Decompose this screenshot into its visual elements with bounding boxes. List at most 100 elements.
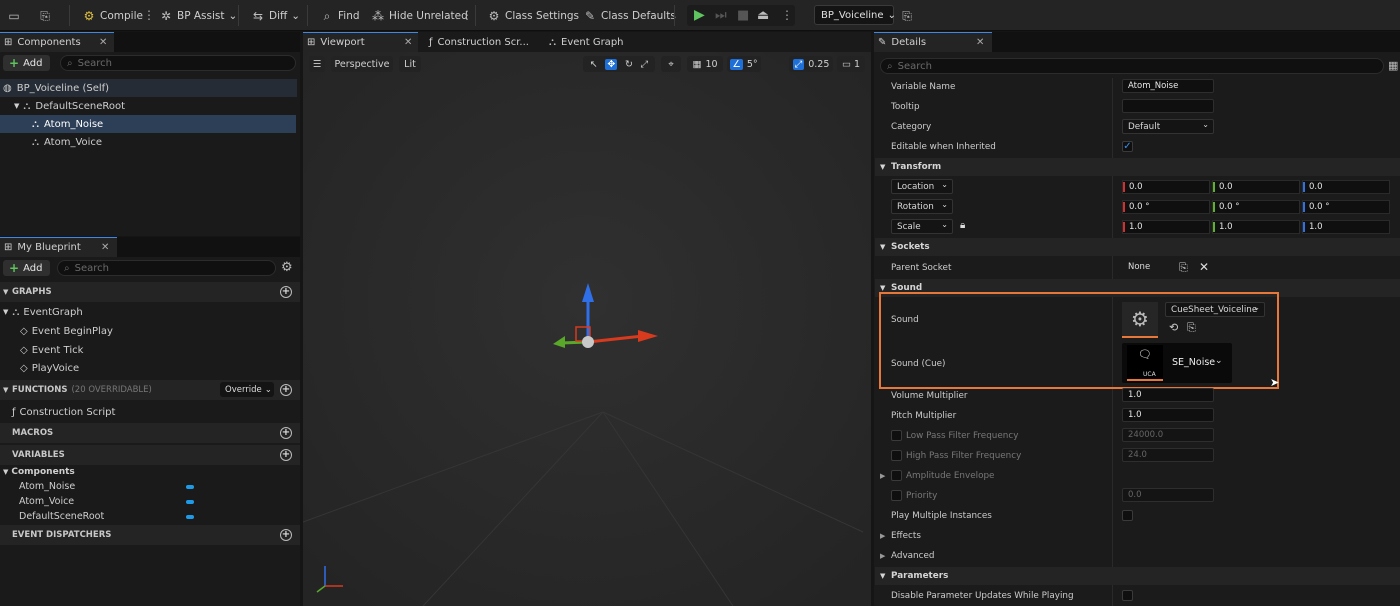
move-icon[interactable]: ✥ [605, 58, 618, 70]
stop-icon[interactable]: ■ [737, 8, 749, 23]
play-options-icon[interactable]: ⋮ [781, 8, 793, 22]
tab-viewport[interactable]: ⊞ Viewport ✕ [303, 32, 418, 52]
add-dispatcher-icon[interactable]: + [280, 529, 292, 541]
close-icon[interactable]: ✕ [101, 242, 109, 253]
add-variable-icon[interactable]: + [280, 449, 292, 461]
browse-blueprint-icon[interactable]: ⎘ [900, 6, 914, 25]
location-x-field[interactable]: 0.0 [1122, 180, 1210, 194]
scale-y-field[interactable]: 1.0 [1212, 220, 1300, 234]
override-dropdown[interactable]: Override ⌄ [220, 382, 274, 397]
camera-speed-button[interactable]: ▭ 1 [837, 56, 865, 72]
grid-snap-button[interactable]: ▦ 10 [687, 56, 723, 72]
viewport-canvas[interactable] [303, 52, 871, 606]
priority-field[interactable]: 0.0 [1122, 488, 1214, 502]
location-dropdown[interactable]: Location ⌄ [891, 179, 953, 194]
skip-icon[interactable]: ⏭ [715, 8, 727, 23]
close-icon[interactable]: ✕ [976, 37, 984, 48]
class-defaults-button[interactable]: ✎ Class Defaults [583, 6, 676, 25]
event-dispatchers-section-header[interactable]: EVENT DISPATCHERS + [0, 525, 300, 545]
effects-label[interactable]: Effects [891, 531, 921, 541]
priority-checkbox[interactable] [891, 490, 902, 501]
eject-icon[interactable]: ⏏ [757, 8, 769, 23]
blueprint-selector[interactable]: BP_Voiceline ⌄ [814, 5, 896, 25]
add-graph-icon[interactable]: + [280, 286, 292, 298]
editable-inherited-checkbox[interactable]: ✓ [1122, 141, 1133, 152]
expand-right-icon[interactable]: ▶ [880, 552, 885, 560]
details-search-input[interactable]: ⌕ Search [880, 58, 1384, 74]
hide-unrelated-button[interactable]: ⁂ Hide Unrelated [371, 6, 468, 25]
amplitude-checkbox[interactable] [891, 470, 902, 481]
tab-construction-script[interactable]: ƒ Construction Scr... [425, 32, 535, 52]
list-item-playvoice[interactable]: ◇ PlayVoice [0, 359, 300, 377]
add-macro-icon[interactable]: + [280, 427, 292, 439]
highpass-checkbox[interactable] [891, 450, 902, 461]
rotation-snap-button[interactable]: ∠ 5° [727, 56, 761, 72]
tab-my-blueprint[interactable]: ⊞ My Blueprint ✕ [0, 237, 117, 257]
scale-z-field[interactable]: 1.0 [1302, 220, 1390, 234]
macros-section-header[interactable]: MACROS + [0, 423, 300, 443]
browse-socket-icon[interactable]: ⎘ [1179, 261, 1188, 275]
expand-right-icon[interactable]: ▶ [880, 532, 885, 540]
lock-icon[interactable]: 🔒︎ [960, 220, 965, 231]
perspective-button[interactable]: Perspective [331, 56, 393, 72]
volume-field[interactable]: 1.0 [1122, 388, 1214, 402]
play-icon[interactable]: ▶ [694, 7, 705, 23]
pitch-field[interactable]: 1.0 [1122, 408, 1214, 422]
close-icon[interactable]: ✕ [404, 37, 412, 48]
bp-assist-button[interactable]: ✲ BP Assist ⌄ [159, 6, 237, 25]
highpass-field[interactable]: 24.0 [1122, 448, 1214, 462]
gear-icon[interactable]: ⚙ [281, 260, 293, 275]
list-item-event-beginplay[interactable]: ◇ Event BeginPlay [0, 322, 300, 340]
find-button[interactable]: ⌕ Find [320, 6, 360, 25]
hide-unrelated-options-icon[interactable]: ⋮ [461, 7, 473, 23]
tree-item-self[interactable]: ◍ BP_Voiceline (Self) [0, 79, 297, 97]
my-blueprint-search-input[interactable]: ⌕ Search [57, 260, 276, 276]
rotation-x-field[interactable]: 0.0 ° [1122, 200, 1210, 214]
class-settings-button[interactable]: ⚙ Class Settings [487, 6, 579, 25]
scale-icon[interactable]: ⤢ [641, 59, 649, 70]
variables-section-header[interactable]: VARIABLES + [0, 445, 300, 465]
parameters-section-header[interactable]: ▼ Parameters [875, 567, 1400, 585]
tree-item-defaultsceneroot[interactable]: ▼ ⛬ DefaultSceneRoot [0, 97, 297, 115]
expand-right-icon[interactable]: ▶ [880, 472, 885, 480]
list-item-eventgraph[interactable]: ▼ ⛬ EventGraph [0, 303, 300, 321]
browse-icon[interactable]: ⎘ [38, 6, 52, 25]
lit-button[interactable]: Lit [399, 56, 421, 72]
rotation-y-field[interactable]: 0.0 ° [1212, 200, 1300, 214]
play-multiple-checkbox[interactable] [1122, 510, 1133, 521]
disable-param-checkbox[interactable] [1122, 590, 1133, 601]
graphs-section-header[interactable]: ▼ GRAPHS + [0, 282, 300, 302]
category-dropdown[interactable]: Default ⌄ [1122, 119, 1214, 134]
close-icon[interactable]: ✕ [99, 37, 107, 48]
compile-button[interactable]: ⚙ Compile [82, 6, 143, 25]
tree-item-atom-noise[interactable]: ⛬ Atom_Noise [0, 115, 296, 133]
lowpass-field[interactable]: 24000.0 [1122, 428, 1214, 442]
tab-event-graph[interactable]: ⛬ Event Graph [545, 32, 645, 52]
add-component-button[interactable]: + Add [3, 55, 50, 71]
components-search-input[interactable]: ⌕ Search [60, 55, 296, 71]
advanced-label[interactable]: Advanced [891, 551, 934, 561]
rotation-z-field[interactable]: 0.0 ° [1302, 200, 1390, 214]
scale-dropdown[interactable]: Scale ⌄ [891, 219, 953, 234]
tree-item-atom-voice[interactable]: ⛬ Atom_Voice [0, 133, 297, 151]
functions-section-header[interactable]: ▼ FUNCTIONS (20 OVERRIDABLE) Override ⌄ + [0, 380, 300, 400]
list-item-construction-script[interactable]: ƒ Construction Script [0, 403, 300, 421]
tab-details[interactable]: ✎ Details ✕ [874, 32, 992, 52]
transform-section-header[interactable]: ▼ Transform [875, 158, 1400, 176]
rotate-icon[interactable]: ↻ [625, 59, 633, 70]
lowpass-checkbox[interactable] [891, 430, 902, 441]
rotation-dropdown[interactable]: Rotation ⌄ [891, 199, 953, 214]
hamburger-icon[interactable]: ☰ [309, 56, 325, 72]
compile-options-icon[interactable]: ⋮ [143, 7, 155, 23]
scale-x-field[interactable]: 1.0 [1122, 220, 1210, 234]
location-y-field[interactable]: 0.0 [1212, 180, 1300, 194]
sockets-section-header[interactable]: ▼ Sockets [875, 238, 1400, 256]
scale-snap-button[interactable]: ⤢ 0.25 [789, 56, 833, 72]
location-z-field[interactable]: 0.0 [1302, 180, 1390, 194]
list-item-event-tick[interactable]: ◇ Event Tick [0, 341, 300, 359]
world-local-icon[interactable]: ⌖ [661, 56, 681, 72]
tab-components[interactable]: ⊞ Components ✕ [0, 32, 114, 52]
diff-button[interactable]: ⇆ Diff ⌄ [251, 6, 300, 25]
tooltip-field[interactable] [1122, 99, 1214, 113]
select-icon[interactable]: ↖ [590, 59, 598, 70]
